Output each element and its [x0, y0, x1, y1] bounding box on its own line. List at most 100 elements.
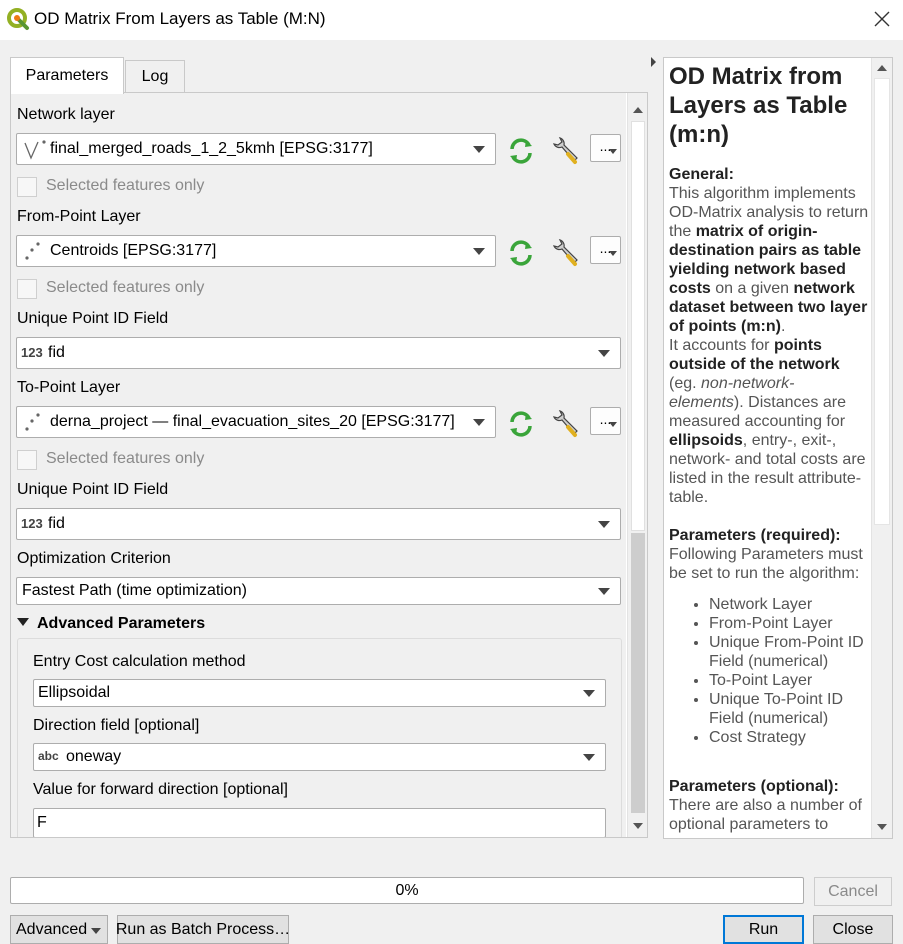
direction-field-label: Direction field [optional]	[33, 717, 200, 734]
qgis-logo-icon	[7, 8, 29, 30]
iterate-refresh-icon[interactable]	[505, 408, 537, 440]
advanced-menu-button[interactable]: Advanced	[10, 915, 108, 944]
to-point-layer-value: derna_project — final_evacuation_sites_2…	[50, 413, 455, 430]
chevron-down-icon	[609, 251, 617, 256]
text-field-icon: abc	[38, 749, 59, 763]
scroll-down-icon[interactable]	[876, 822, 888, 832]
entry-cost-value: Ellipsoidal	[38, 684, 111, 701]
chevron-down-icon	[598, 588, 610, 595]
scroll-track-upper	[631, 121, 645, 531]
list-item: From-Point Layer	[709, 614, 869, 633]
chevron-down-icon	[473, 248, 485, 255]
to-point-options-button[interactable]: ...	[590, 407, 621, 435]
chevron-down-icon	[473, 146, 485, 153]
help-title: OD Matrix from Layers as Table (m:n)	[669, 63, 848, 148]
parameters-scrollbar[interactable]	[627, 93, 647, 837]
to-id-field-combo[interactable]: 123 fid	[16, 508, 621, 540]
iterate-refresh-icon[interactable]	[505, 135, 537, 167]
tab-log[interactable]: Log	[125, 60, 185, 93]
from-point-layer-label: From-Point Layer	[17, 208, 141, 225]
checkbox[interactable]	[17, 450, 37, 470]
advanced-parameters-group: Entry Cost calculation method Ellipsoida…	[17, 638, 622, 837]
from-id-field-value: fid	[48, 344, 65, 361]
checkbox-label: Selected features only	[46, 279, 205, 296]
direction-field-value: oneway	[66, 748, 122, 765]
forward-value-input[interactable]: F	[33, 808, 606, 837]
scroll-up-icon[interactable]	[876, 63, 888, 73]
help-optional: Parameters (optional): There are also a …	[669, 777, 869, 834]
help-content: OD Matrix from Layers as Table (m:n) Gen…	[669, 62, 869, 834]
network-layer-label: Network layer	[17, 106, 115, 123]
from-point-layer-value: Centroids [EPSG:3177]	[50, 242, 217, 259]
scroll-up-icon[interactable]	[632, 105, 644, 115]
checkbox[interactable]	[17, 177, 37, 197]
parameters-panel: Network layer final_merged_roads_1_2_5km…	[10, 92, 648, 838]
chevron-down-icon	[598, 521, 610, 528]
checkbox-label: Selected features only	[46, 450, 205, 467]
optimization-combo[interactable]: Fastest Path (time optimization)	[16, 577, 621, 605]
help-optional-heading: Parameters (optional):	[669, 778, 839, 795]
to-point-layer-label: To-Point Layer	[17, 379, 121, 396]
to-point-layer-combo[interactable]: derna_project — final_evacuation_sites_2…	[16, 406, 496, 438]
line-layer-icon	[24, 140, 46, 160]
run-batch-button[interactable]: Run as Batch Process…	[116, 915, 290, 944]
help-text: There are also a number of optional para…	[669, 797, 862, 833]
help-required: Parameters (required): Following Paramet…	[669, 526, 869, 747]
progress-bar: 0%	[10, 877, 804, 904]
chevron-down-icon	[91, 928, 101, 934]
scroll-down-icon[interactable]	[632, 821, 644, 831]
entry-cost-label: Entry Cost calculation method	[33, 653, 246, 670]
help-text: on a given	[710, 280, 794, 297]
chevron-down-icon	[583, 754, 595, 761]
direction-field-combo[interactable]: abc oneway	[33, 743, 606, 771]
advanced-parameters-toggle[interactable]: Advanced Parameters	[17, 615, 205, 633]
network-layer-options-button[interactable]: ...	[590, 134, 621, 162]
network-layer-combo[interactable]: final_merged_roads_1_2_5kmh [EPSG:3177]	[16, 133, 496, 165]
list-item: Cost Strategy	[709, 728, 869, 747]
advanced-menu-label: Advanced	[16, 920, 88, 938]
network-layer-value: final_merged_roads_1_2_5kmh [EPSG:3177]	[50, 140, 373, 157]
cancel-button[interactable]: Cancel	[814, 877, 892, 906]
wrench-settings-icon[interactable]	[549, 135, 581, 167]
checkbox[interactable]	[17, 279, 37, 299]
from-point-layer-combo[interactable]: Centroids [EPSG:3177]	[16, 235, 496, 267]
checkbox-label: Selected features only	[46, 177, 205, 194]
chevron-down-icon	[609, 422, 617, 427]
tab-parameters[interactable]: Parameters	[10, 57, 124, 94]
close-button[interactable]: Close	[813, 915, 893, 944]
chevron-down-icon	[609, 149, 617, 154]
scroll-thumb[interactable]	[631, 533, 645, 813]
list-item: To-Point Layer	[709, 671, 869, 690]
help-bold-text: ellipsoids	[669, 432, 743, 449]
wrench-settings-icon[interactable]	[549, 408, 581, 440]
from-point-options-button[interactable]: ...	[590, 236, 621, 264]
list-item: Unique From-Point ID Field (numerical)	[709, 633, 869, 671]
collapse-triangle-icon	[17, 618, 29, 626]
chevron-down-icon	[473, 419, 485, 426]
list-item: Network Layer	[709, 595, 869, 614]
to-id-field-label: Unique Point ID Field	[17, 481, 169, 498]
help-panel: OD Matrix from Layers as Table (m:n) Gen…	[663, 57, 893, 839]
close-window-icon[interactable]	[871, 8, 893, 30]
wrench-settings-icon[interactable]	[549, 237, 581, 269]
help-scrollbar[interactable]	[871, 58, 892, 838]
from-id-field-combo[interactable]: 123 fid	[16, 337, 621, 369]
help-general-heading: General:	[669, 166, 734, 183]
scroll-thumb[interactable]	[874, 78, 890, 525]
entry-cost-combo[interactable]: Ellipsoidal	[33, 679, 606, 707]
chevron-down-icon	[583, 690, 595, 697]
integer-field-icon: 123	[21, 345, 43, 360]
help-required-heading: Parameters (required):	[669, 527, 841, 544]
optimization-label: Optimization Criterion	[17, 550, 171, 567]
splitter-handle-icon[interactable]	[651, 57, 656, 67]
iterate-refresh-icon[interactable]	[505, 237, 537, 269]
chevron-down-icon	[598, 350, 610, 357]
window-title: OD Matrix From Layers as Table (M:N)	[34, 9, 326, 28]
integer-field-icon: 123	[21, 516, 43, 531]
forward-value-label: Value for forward direction [optional]	[33, 781, 288, 798]
point-layer-icon	[25, 413, 40, 431]
title-bar: OD Matrix From Layers as Table (M:N)	[0, 0, 903, 40]
from-id-field-label: Unique Point ID Field	[17, 310, 169, 327]
optimization-value: Fastest Path (time optimization)	[22, 582, 247, 599]
run-button[interactable]: Run	[723, 915, 804, 944]
